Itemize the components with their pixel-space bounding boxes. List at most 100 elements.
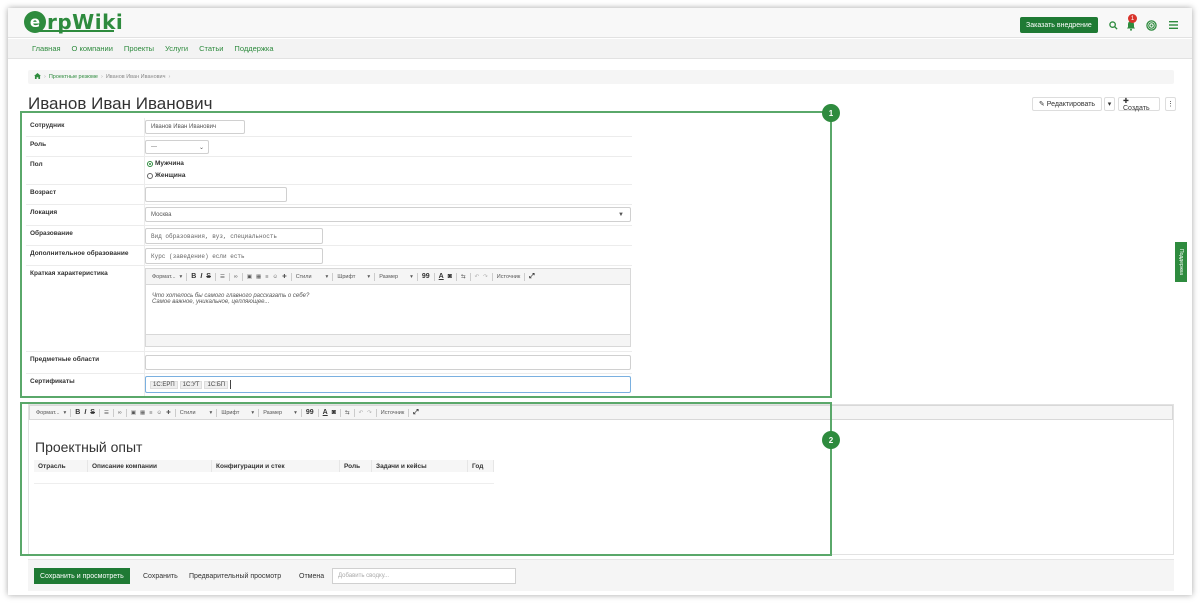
toolbar-separator <box>469 272 471 281</box>
breadcrumb-item-resumes[interactable]: Проектные резюме <box>49 74 98 80</box>
gender-option-female[interactable]: Женщина <box>147 172 185 179</box>
cancel-button[interactable]: Отмена <box>294 568 329 584</box>
support-side-tab[interactable]: Поддержка <box>1175 242 1187 282</box>
home-icon[interactable] <box>34 73 41 81</box>
toolbar-separator <box>455 272 457 281</box>
marker-2: 2 <box>822 431 840 449</box>
column-header: Конфигурации и стек <box>212 460 340 472</box>
save-button[interactable]: Сохранить <box>138 568 183 584</box>
text-color-icon[interactable]: A <box>439 273 444 280</box>
education-textarea[interactable]: Вид образования, вуз, специальность <box>145 228 323 244</box>
order-implementation-button[interactable]: Заказать внедрение <box>1020 17 1098 33</box>
size-dropdown[interactable]: Размер <box>379 274 398 280</box>
more-options-button[interactable]: ⋮ <box>1165 97 1176 111</box>
cert-tag[interactable]: 1С:БП <box>204 380 229 389</box>
gender-option-female-label: Женщина <box>155 172 186 179</box>
summary-editor-body[interactable]: Что хотелось бы самого главного рассказа… <box>145 285 631 335</box>
domains-input[interactable] <box>145 355 631 370</box>
maximize-icon[interactable]: ⤢ <box>529 273 535 281</box>
age-input[interactable] <box>145 187 287 202</box>
create-button[interactable]: ✚ Создать <box>1118 97 1160 112</box>
location-select[interactable]: Москва ▼ <box>145 207 631 222</box>
cert-tag[interactable]: 1С:УТ <box>179 380 203 389</box>
breadcrumb-separator: › <box>44 74 46 80</box>
caret-down-icon: ▼ <box>618 211 624 218</box>
summary-input[interactable]: Добавить сводку... <box>332 568 516 584</box>
source-button[interactable]: Источник <box>497 274 520 280</box>
toolbar-separator <box>374 272 376 281</box>
column-header: Задачи и кейсы <box>372 460 468 472</box>
age-label: Возраст <box>30 189 57 196</box>
edit-dropdown-caret[interactable]: ▾ <box>1104 97 1115 111</box>
role-select[interactable]: --- ⌄ <box>145 140 209 154</box>
list-icon[interactable]: ☰ <box>220 274 225 280</box>
bottom-action-bar: Сохранить и просмотреть Сохранить Предва… <box>28 559 1174 591</box>
breadcrumb-separator: › <box>168 74 171 80</box>
remove-format-icon[interactable]: ⇆ <box>461 274 466 280</box>
italic-button[interactable]: I <box>200 273 202 280</box>
gender-label: Пол <box>30 161 43 168</box>
hr-icon[interactable]: ≡ <box>265 274 268 280</box>
search-icon[interactable] <box>1106 17 1120 33</box>
nav-item-services[interactable]: Услуги <box>165 44 188 53</box>
gender-option-male[interactable]: Мужчина <box>147 160 184 167</box>
location-label: Локация <box>30 209 58 216</box>
row-extra-education: Дополнительное образование Курс (заведен… <box>26 246 632 266</box>
employee-input[interactable]: Иванов Иван Иванович <box>145 120 245 134</box>
nav-item-home[interactable]: Главная <box>32 44 61 53</box>
toolbar-separator <box>290 272 292 281</box>
bold-button[interactable]: B <box>191 273 196 280</box>
gender-cell: Мужчина Женщина <box>144 157 632 184</box>
strike-button[interactable]: S <box>206 273 211 280</box>
location-cell: Москва ▼ <box>144 205 632 225</box>
app-window: e rpWiki Заказать внедрение 1 Главная О … <box>8 8 1192 595</box>
experience-table-empty-row[interactable] <box>34 472 494 484</box>
domains-label: Предметные области <box>30 356 100 363</box>
employee-cell: Иванов Иван Иванович <box>144 118 632 136</box>
caret-down-icon: ▾ <box>179 273 183 280</box>
notification-badge: 1 <box>1128 14 1137 23</box>
nav-item-articles[interactable]: Статьи <box>199 44 223 53</box>
certs-cell: 1С:ЕРП 1С:УТ 1С:БП <box>144 374 632 396</box>
blockquote-button[interactable]: 99 <box>422 273 430 280</box>
row-domains: Предметные области <box>26 352 632 374</box>
top-bar: e rpWiki Заказать внедрение 1 <box>8 8 1192 38</box>
main-nav: Главная О компании Проекты Услуги Статьи… <box>8 39 1192 59</box>
link-icon[interactable]: ∞ <box>234 274 238 280</box>
save-and-view-button[interactable]: Сохранить и просмотреть <box>34 568 130 584</box>
redo-icon[interactable]: ↷ <box>483 274 488 280</box>
nav-item-about[interactable]: О компании <box>72 44 113 53</box>
bg-color-icon[interactable]: ◙ <box>448 273 452 280</box>
row-location: Локация Москва ▼ <box>26 205 632 226</box>
caret-down-icon: ▾ <box>367 273 371 280</box>
menu-icon[interactable] <box>1166 17 1180 33</box>
row-role: Роль --- ⌄ <box>26 137 632 157</box>
certs-tag-input[interactable]: 1С:ЕРП 1С:УТ 1С:БП <box>145 376 631 393</box>
undo-icon[interactable]: ↶ <box>475 274 480 280</box>
cert-tag[interactable]: 1С:ЕРП <box>150 380 178 389</box>
extra-education-textarea[interactable]: Курс (заведение) если есть <box>145 248 323 264</box>
logo-underline <box>32 30 114 32</box>
toolbar-separator <box>332 272 334 281</box>
edit-button[interactable]: ✎ Редактировать <box>1032 97 1102 111</box>
plus-icon[interactable]: ✚ <box>282 274 287 280</box>
toolbar-separator <box>186 272 188 281</box>
education-cell: Вид образования, вуз, специальность <box>144 226 632 245</box>
certs-label: Сертификаты <box>30 378 75 385</box>
nav-item-projects[interactable]: Проекты <box>124 44 154 53</box>
extra-education-cell: Курс (заведение) если есть <box>144 246 632 265</box>
table-icon[interactable]: ▦ <box>256 274 261 280</box>
column-header: Отрасль <box>34 460 88 472</box>
experience-title: Проектный опыт <box>35 439 143 455</box>
image-icon[interactable]: ▣ <box>247 274 252 280</box>
radio-unchecked-icon <box>147 172 153 179</box>
preview-button[interactable]: Предварительный просмотр <box>184 568 286 584</box>
target-icon[interactable] <box>1144 17 1158 33</box>
nav-item-support[interactable]: Поддержка <box>234 44 273 53</box>
smiley-icon[interactable]: ☺ <box>272 274 278 280</box>
breadcrumb-separator: › <box>100 74 103 80</box>
font-dropdown[interactable]: Шрифт <box>337 274 355 280</box>
styles-dropdown[interactable]: Стили <box>296 274 312 280</box>
format-dropdown[interactable]: Формат... <box>152 274 176 280</box>
marker-1: 1 <box>822 104 840 122</box>
